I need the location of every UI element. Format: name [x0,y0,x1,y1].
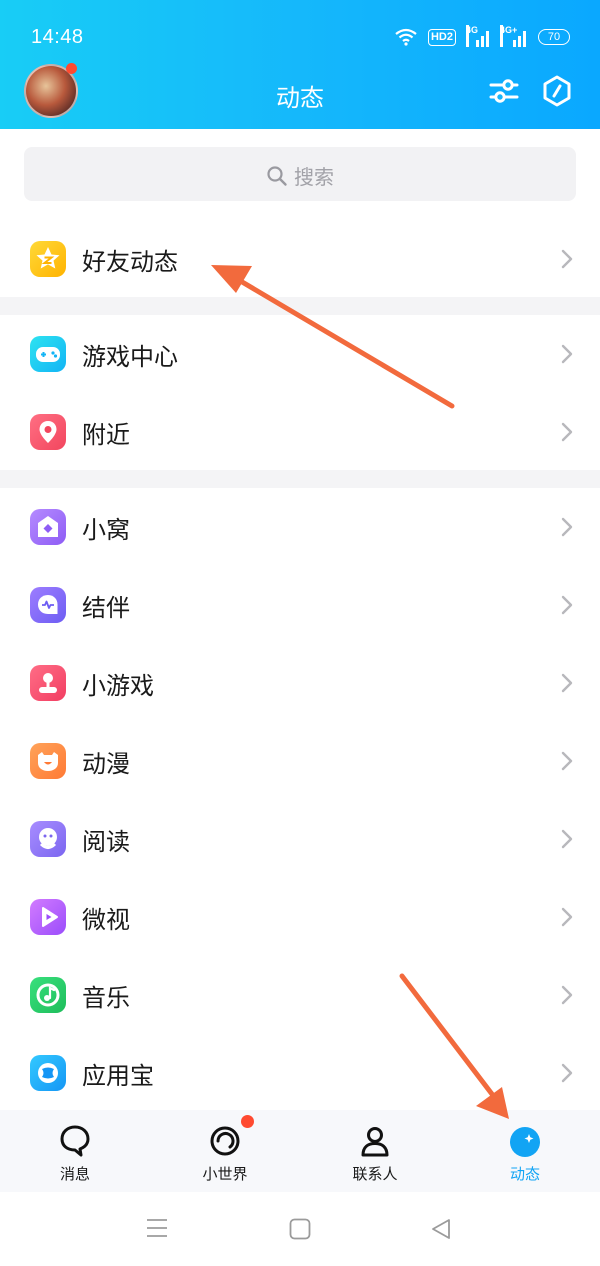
message-bubble-icon [60,1125,90,1157]
chevron-right-icon [561,249,573,269]
notification-dot [241,1115,254,1128]
menu-item-anime[interactable]: 动漫 [0,722,600,800]
chevron-right-icon [561,595,573,615]
music-note-icon [30,977,66,1013]
reader-mascot-icon [30,821,66,857]
chevron-right-icon [561,344,573,364]
menu-label-jieban: 结伴 [82,594,130,622]
wifi-icon [395,28,417,46]
menu-item-nearby[interactable]: 附近 [0,393,600,471]
chevron-right-icon [561,517,573,537]
notification-dot [66,63,77,74]
search-label: 搜索 [294,165,334,189]
menu-label-xiaowo: 小窝 [82,516,130,544]
person-icon [361,1127,389,1157]
menu-label-music: 音乐 [82,984,130,1012]
status-bar: 14:48 HD2 4G 4G+ 70 [0,0,600,74]
back-icon[interactable] [430,1218,452,1240]
menu-label-nearby: 附近 [82,421,130,449]
tab-label-contacts: 联系人 [352,1165,398,1183]
menu-item-weishi[interactable]: 微视 [0,878,600,956]
menu-label-weishi: 微视 [82,906,130,934]
menu-item-game-center[interactable]: 游戏中心 [0,315,600,393]
search-icon [267,166,287,186]
hexagon-icon [543,75,571,107]
section-divider [0,297,600,315]
status-icons: HD2 4G 4G+ 70 [394,24,570,50]
system-nav-bar [0,1192,600,1266]
section-divider [0,470,600,488]
joystick-icon [30,665,66,701]
network-type: 4G [466,25,478,47]
tab-contacts[interactable]: 联系人 [300,1110,450,1192]
menu-item-app-store[interactable]: 应用宝 [0,1034,600,1112]
hd-badge: HD2 [427,28,456,46]
bottom-nav: 消息 小世界 联系人 动态 [0,1110,600,1192]
qzone-star-icon [30,241,66,277]
menu-label-friends: 好友动态 [82,248,178,276]
app-store-icon [30,1055,66,1091]
sliders-icon [489,79,519,103]
menu-item-reading[interactable]: 阅读 [0,800,600,878]
tab-label-moments: 动态 [509,1165,540,1183]
chevron-right-icon [561,422,573,442]
menu-item-jieban[interactable]: 结伴 [0,566,600,644]
status-time: 14:48 [31,26,84,48]
menu-label-anime: 动漫 [82,750,130,778]
gamepad-icon [30,336,66,372]
network-type-2: 4G+ [500,25,517,47]
battery-icon: 70 [538,29,570,45]
tab-label-small-world: 小世界 [202,1165,248,1183]
home-icon[interactable] [289,1218,311,1240]
menu-item-friends[interactable]: 好友动态 [0,220,600,298]
menu-label-game-center: 游戏中心 [82,343,178,371]
tab-label-messages: 消息 [59,1165,90,1183]
chevron-right-icon [561,985,573,1005]
menu-label-reading: 阅读 [82,828,130,856]
signal-icon: 4G [466,25,490,47]
signal-icon-2: 4G+ [500,25,528,47]
chevron-right-icon [561,829,573,849]
filter-button[interactable] [487,74,523,110]
menu-label-app-store: 应用宝 [82,1062,154,1090]
chevron-right-icon [561,907,573,927]
menu-icon[interactable] [146,1218,168,1238]
settings-button[interactable] [540,74,576,110]
tab-messages[interactable]: 消息 [0,1110,150,1192]
chevron-right-icon [561,751,573,771]
menu-label-mini-games: 小游戏 [82,672,154,700]
play-icon [30,899,66,935]
star-planet-icon [510,1127,540,1157]
search-bar[interactable]: 搜索 [24,147,576,201]
house-icon [30,509,66,545]
orbit-circle-icon [210,1126,240,1156]
menu-item-music[interactable]: 音乐 [0,956,600,1034]
chat-bubble-icon [30,587,66,623]
chevron-right-icon [561,673,573,693]
cartoon-face-icon [30,743,66,779]
menu-item-xiaowo[interactable]: 小窝 [0,488,600,566]
tab-moments[interactable]: 动态 [450,1110,600,1192]
header: 14:48 HD2 4G 4G+ 70 动态 [0,0,600,129]
menu-item-mini-games[interactable]: 小游戏 [0,644,600,722]
chevron-right-icon [561,1063,573,1083]
tab-small-world[interactable]: 小世界 [150,1110,300,1192]
location-pin-icon [30,414,66,450]
search-placeholder: 搜索 [24,161,576,190]
